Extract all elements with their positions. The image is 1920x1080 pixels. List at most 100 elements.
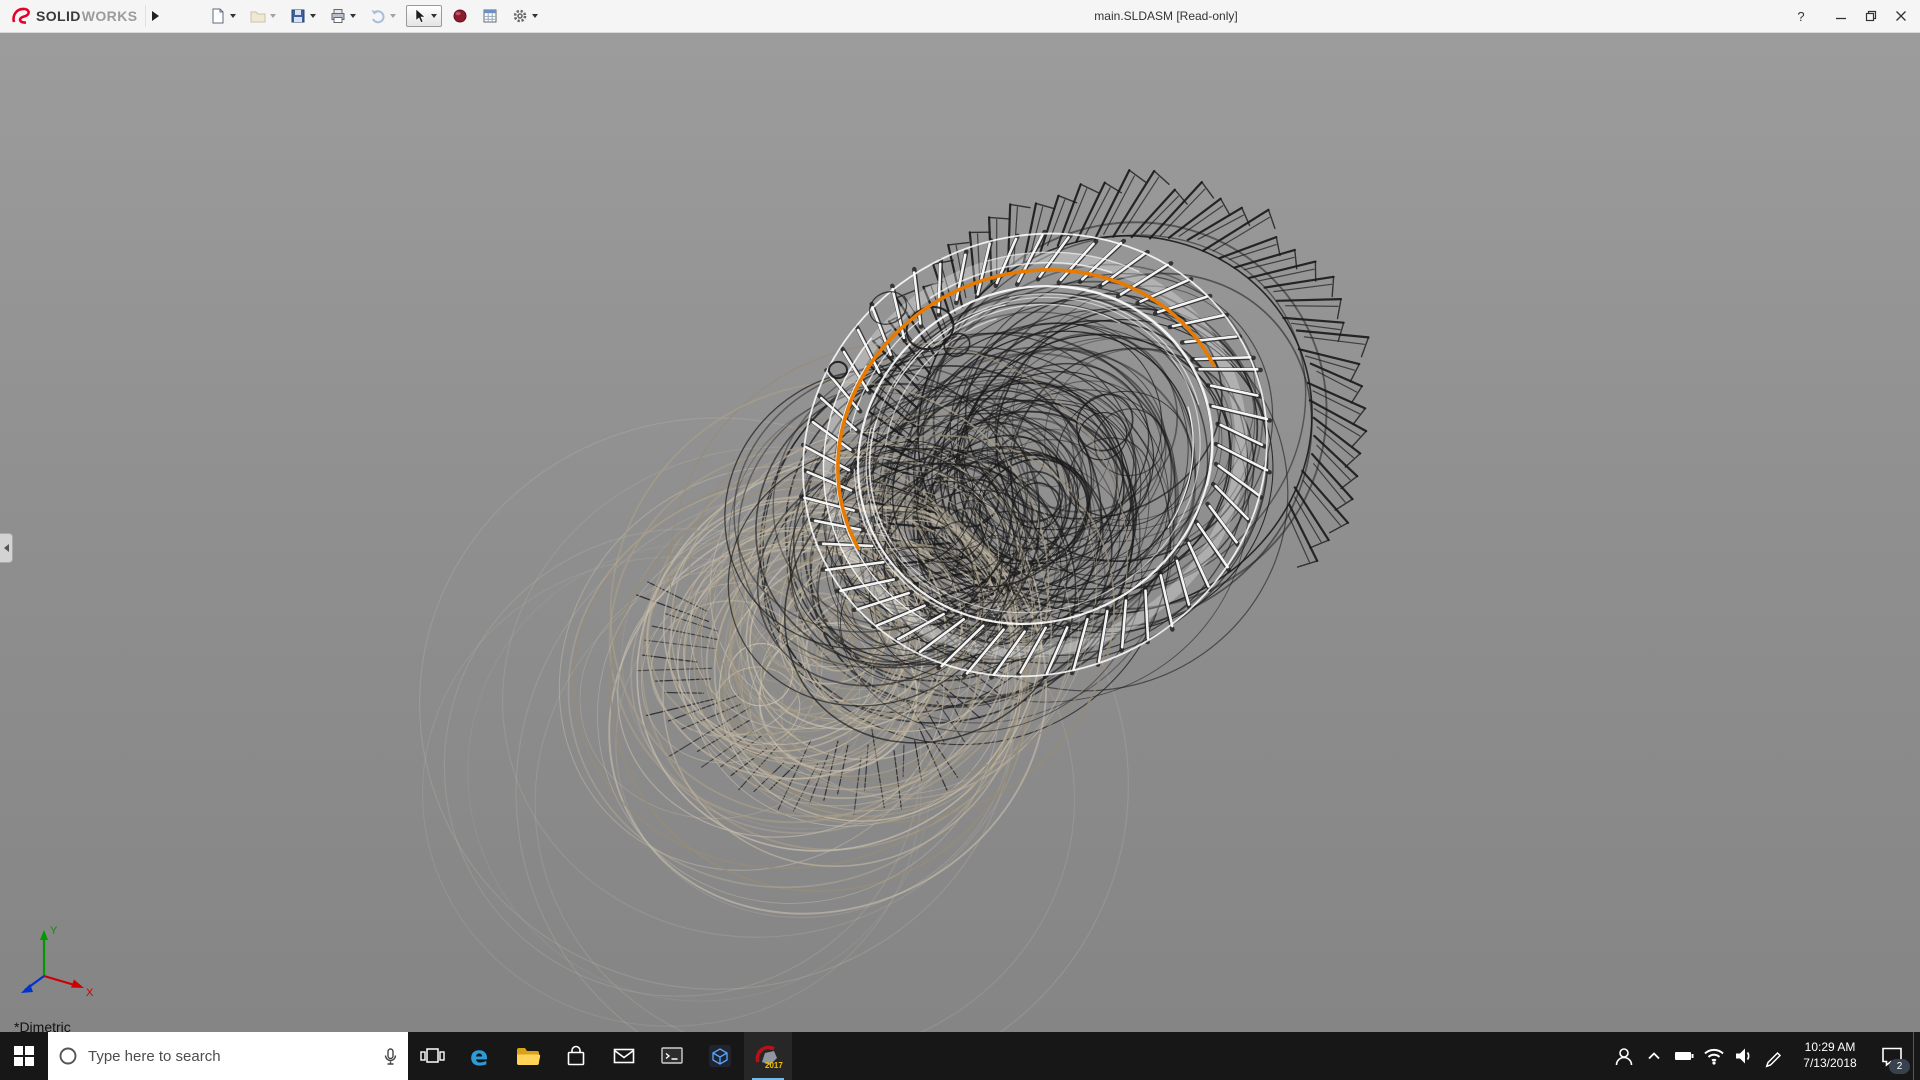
view-orientation-label: *Dimetric	[14, 1019, 71, 1032]
assembly-wireframe[interactable]	[0, 32, 1920, 1032]
doc-minimize-icon[interactable]	[1849, 42, 1864, 55]
pen-icon	[1765, 1051, 1782, 1068]
notification-badge: 2	[1889, 1059, 1910, 1074]
brand-works: WORKS	[81, 8, 138, 24]
ds-logo-icon	[12, 7, 30, 24]
options-button[interactable]	[508, 5, 542, 27]
gear-icon	[514, 9, 527, 23]
dropdown-caret[interactable]	[350, 14, 357, 18]
people-button[interactable]	[1609, 1032, 1639, 1080]
chevron-up-icon	[1648, 1052, 1660, 1060]
red-sphere-icon	[453, 9, 467, 23]
triad-y-label: Y	[50, 925, 58, 937]
dropdown-caret[interactable]	[431, 14, 438, 18]
mail-button[interactable]	[600, 1032, 648, 1080]
speaker-icon	[1736, 1048, 1750, 1064]
battery-button[interactable]	[1669, 1032, 1699, 1080]
select-tool-button[interactable]	[406, 5, 443, 27]
3d-app-icon	[709, 1045, 731, 1067]
brand-solid: SOLID	[36, 8, 81, 24]
windows-ink-button[interactable]	[1759, 1032, 1789, 1080]
document-title: main.SLDASM [Read-only]	[1094, 9, 1238, 23]
mail-envelope-icon	[613, 1048, 635, 1064]
microphone-icon[interactable]	[381, 1047, 400, 1066]
svg-text:e: e	[470, 1042, 488, 1070]
solidworks-logo: SOLID WORKS	[0, 0, 145, 32]
cortana-icon	[59, 1047, 77, 1065]
minimize-icon	[1836, 17, 1846, 20]
xpress-products-button[interactable]	[448, 5, 472, 27]
open-folder-icon	[250, 11, 266, 23]
task-view-icon	[420, 1048, 445, 1063]
dropdown-caret[interactable]	[270, 14, 277, 18]
properties-table-icon	[483, 9, 497, 23]
edge-button[interactable]: e	[456, 1032, 504, 1080]
taskbar-search[interactable]	[48, 1032, 408, 1080]
minimize-button[interactable]	[1826, 0, 1856, 32]
system-tray: 10:29 AM 7/13/2018 2	[1609, 1032, 1920, 1080]
restore-button[interactable]	[1856, 0, 1886, 32]
show-desktop-button[interactable]	[1913, 1032, 1920, 1080]
restore-icon	[1865, 10, 1877, 22]
quick-access-toolbar	[206, 0, 542, 32]
new-document-button[interactable]	[206, 5, 240, 27]
battery-icon	[1675, 1052, 1694, 1060]
menu-expand-arrow[interactable]	[145, 5, 164, 27]
command-prompt-icon	[661, 1047, 683, 1064]
action-center-button[interactable]: 2	[1871, 1032, 1913, 1080]
open-document-button[interactable]	[246, 5, 280, 27]
dropdown-caret[interactable]	[310, 14, 317, 18]
undo-button[interactable]	[366, 5, 400, 27]
help-button[interactable]: ?	[1784, 0, 1818, 32]
windows-logo-icon	[14, 1046, 34, 1066]
printer-icon	[331, 9, 345, 23]
left-triangle-icon	[3, 544, 9, 552]
solidworks-app-icon: 2017	[755, 1045, 783, 1070]
edge-icon: e	[470, 1042, 488, 1070]
solidworks-window: SOLID WORKS main.SLDASM [Read-only] ? Y …	[0, 0, 1920, 1080]
new-window-icon[interactable]	[1824, 42, 1839, 55]
cascade-icon[interactable]	[1799, 42, 1814, 55]
orientation-triad: Y X	[21, 925, 94, 999]
hidden-icons-button[interactable]	[1639, 1032, 1669, 1080]
store-button[interactable]	[552, 1032, 600, 1080]
doc-close-icon[interactable]	[1899, 42, 1914, 55]
dropdown-caret[interactable]	[532, 14, 539, 18]
panel-collapse-tab[interactable]	[0, 533, 13, 563]
clock-date: 7/13/2018	[1803, 1056, 1857, 1070]
file-properties-button[interactable]	[478, 5, 502, 27]
wifi-icon	[1704, 1048, 1724, 1065]
taskbar-clock[interactable]: 10:29 AM 7/13/2018	[1789, 1032, 1871, 1080]
start-button[interactable]	[0, 1032, 48, 1080]
dropdown-caret[interactable]	[390, 14, 397, 18]
dropdown-caret[interactable]	[230, 14, 237, 18]
print-button[interactable]	[326, 5, 360, 27]
svg-text:2017: 2017	[765, 1061, 783, 1070]
triad-x-label: X	[86, 987, 94, 999]
search-input[interactable]	[86, 1046, 373, 1066]
undo-arrow-icon	[371, 10, 385, 24]
right-triangle-icon	[151, 11, 159, 21]
doc-restore-icon[interactable]	[1874, 42, 1889, 55]
save-floppy-icon	[291, 9, 305, 23]
task-view-button[interactable]	[408, 1032, 456, 1080]
close-button[interactable]	[1886, 0, 1916, 32]
cursor-arrow-icon	[416, 8, 427, 23]
save-button[interactable]	[286, 5, 320, 27]
people-icon	[1615, 1048, 1633, 1066]
3d-app-button[interactable]	[696, 1032, 744, 1080]
store-bag-icon	[567, 1045, 585, 1066]
title-bar: SOLID WORKS main.SLDASM [Read-only] ?	[0, 0, 1920, 33]
windows-taskbar: e	[0, 1032, 1920, 1080]
network-button[interactable]	[1699, 1032, 1729, 1080]
command-prompt-button[interactable]	[648, 1032, 696, 1080]
solidworks-taskbar-button[interactable]: 2017	[744, 1032, 792, 1080]
graphics-viewport[interactable]: Y X *Dimetric	[0, 32, 1920, 1032]
volume-button[interactable]	[1729, 1032, 1759, 1080]
document-window-controls	[1799, 42, 1914, 55]
file-explorer-icon	[517, 1048, 541, 1065]
file-explorer-button[interactable]	[504, 1032, 552, 1080]
clock-time: 10:29 AM	[1804, 1040, 1856, 1055]
close-icon	[1896, 11, 1906, 21]
window-controls: ?	[1784, 0, 1920, 32]
